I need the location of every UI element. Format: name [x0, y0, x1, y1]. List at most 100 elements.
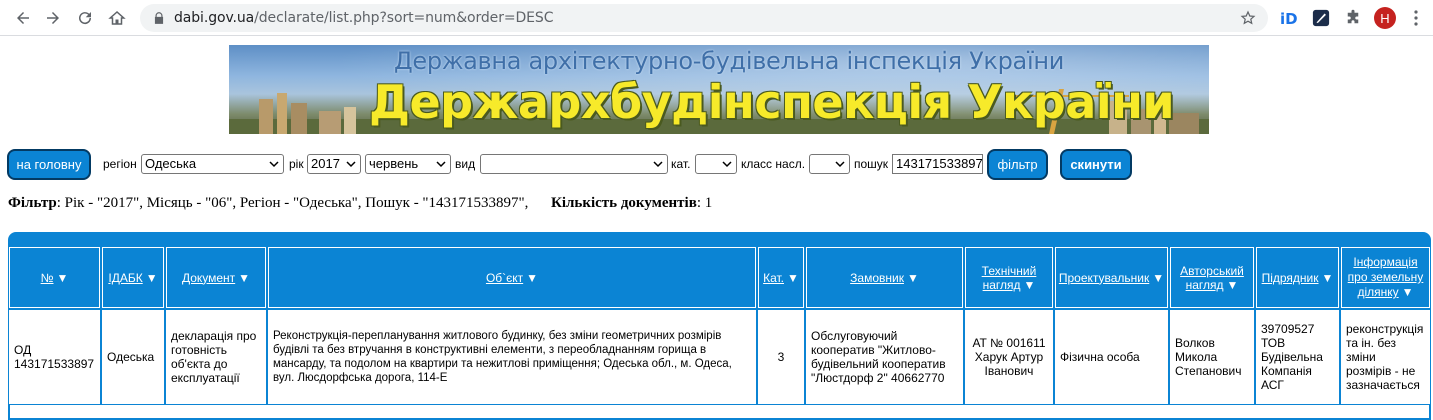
cell-customer-line: кооператив "Житлово-: [811, 343, 936, 357]
address-bar[interactable]: dabi.gov.ua/declarate/list.php?sort=num&…: [140, 4, 1268, 32]
column-header-tech-supervision[interactable]: Технічний нагляд ▼: [965, 247, 1053, 308]
header-banner: Державна архітектурно-будівельна інспекц…: [229, 45, 1209, 134]
banner-title: Держархбудінспекція України: [369, 75, 1175, 129]
column-header-document[interactable]: Документ ▼: [166, 247, 266, 308]
sort-down-icon[interactable]: ▼: [1152, 271, 1164, 285]
cell-author-supervision: Волков Микола Степанович: [1170, 310, 1254, 404]
cell-object-line: мансарду, та подолом на квартири та нежи…: [273, 358, 732, 370]
sort-down-icon[interactable]: ▼: [146, 271, 158, 285]
column-header-contractor[interactable]: Підрядник ▼: [1256, 247, 1339, 308]
chevron-down-icon: [269, 161, 279, 168]
cell-number-value: 143171533897: [14, 357, 95, 371]
sort-author-link-line2[interactable]: нагляд: [1186, 278, 1224, 292]
svg-text:iD: iD: [1280, 10, 1298, 28]
class-select[interactable]: [809, 154, 850, 174]
cell-document-line: готовність: [171, 343, 227, 357]
table-footer: [8, 405, 1431, 420]
reload-icon[interactable]: [74, 7, 96, 29]
sort-number-link[interactable]: №: [41, 271, 54, 285]
lock-icon[interactable]: [152, 11, 166, 25]
reset-button[interactable]: скинути: [1060, 149, 1132, 180]
sort-land-link-line2[interactable]: про земельну: [1348, 270, 1424, 285]
type-select[interactable]: [480, 154, 668, 174]
search-label: пошук: [854, 157, 889, 171]
cell-object: Реконструкція-перепланування житлового б…: [268, 310, 756, 404]
year-select[interactable]: 2017: [307, 154, 361, 174]
sort-document-link[interactable]: Документ: [182, 271, 235, 285]
cell-land-line: зазначається: [1346, 378, 1420, 392]
sort-land-link-line3[interactable]: ділянку: [1357, 285, 1398, 299]
id-extension-icon[interactable]: iD: [1279, 8, 1299, 28]
chevron-down-icon: [722, 161, 732, 168]
cell-customer-line: будівельний кооператив: [811, 357, 946, 371]
sort-customer-link[interactable]: Замовник: [850, 271, 904, 285]
cell-land-info: реконструкція та ін. без зміни розмірів …: [1341, 310, 1430, 404]
column-header-customer[interactable]: Замовник ▼: [806, 247, 963, 308]
cell-tech-line: АТ № 001611: [972, 336, 1046, 350]
sort-contractor-link[interactable]: Підрядник: [1262, 271, 1319, 285]
column-header-designer[interactable]: Проектувальник ▼: [1055, 247, 1168, 308]
sort-down-icon[interactable]: ▼: [1024, 278, 1036, 292]
filter-button[interactable]: фільтр: [987, 149, 1048, 180]
column-header-land-info[interactable]: Інформація про земельну ділянку ▼: [1341, 247, 1430, 308]
region-select[interactable]: Одеська: [141, 154, 284, 174]
column-header-object[interactable]: Об`єкт ▼: [268, 247, 756, 308]
sort-down-icon[interactable]: ▼: [1322, 271, 1334, 285]
year-label: рік: [289, 157, 304, 171]
sort-down-icon[interactable]: ▼: [1402, 285, 1414, 300]
sort-down-icon[interactable]: ▼: [1227, 278, 1239, 292]
bookmark-star-icon[interactable]: [1240, 10, 1256, 26]
sort-tech-link-line1[interactable]: Технічний: [982, 264, 1037, 278]
home-icon[interactable]: [106, 7, 128, 29]
cell-land-line: зміни: [1346, 350, 1376, 364]
back-arrow-icon[interactable]: [12, 7, 34, 29]
sort-designer-link[interactable]: Проектувальник: [1059, 271, 1149, 285]
sort-author-link-line1[interactable]: Авторський: [1180, 264, 1244, 278]
column-header-number[interactable]: № ▼: [9, 247, 100, 308]
browser-toolbar: dabi.gov.ua/declarate/list.php?sort=num&…: [0, 0, 1433, 36]
sort-down-icon[interactable]: ▼: [526, 271, 538, 285]
chevron-down-icon: [436, 161, 446, 168]
cell-customer-line: Обслуговуючий: [811, 329, 898, 343]
cell-contractor-line: 39709527: [1261, 322, 1315, 336]
sort-tech-link-line2[interactable]: нагляд: [983, 278, 1021, 292]
url-text[interactable]: dabi.gov.ua/declarate/list.php?sort=num&…: [174, 10, 553, 26]
cell-idabk: Одеська: [102, 310, 164, 404]
sort-category-link[interactable]: Кат.: [763, 271, 784, 285]
search-input[interactable]: 143171533897: [892, 154, 983, 174]
type-label: вид: [455, 157, 476, 171]
cell-author-line: Волков: [1175, 336, 1215, 350]
url-host: dabi.gov.ua: [174, 10, 255, 26]
sort-idabk-link[interactable]: ІДАБК: [108, 271, 142, 285]
cell-tech-line: Іванович: [984, 364, 1034, 378]
cell-object-line: будівлі та без втручання в конструктивні…: [273, 344, 707, 356]
home-button[interactable]: на головну: [7, 149, 91, 180]
cell-contractor-line: ТОВ: [1261, 336, 1286, 350]
month-select[interactable]: червень: [365, 154, 451, 174]
column-header-author-supervision[interactable]: Авторський нагляд ▼: [1170, 247, 1254, 308]
cell-document: декларація про готовність об'єкта до екс…: [166, 310, 266, 404]
cell-category: 3: [758, 310, 804, 404]
year-value: 2017: [311, 156, 340, 171]
sort-down-icon[interactable]: ▼: [238, 271, 250, 285]
document-count-label: Кількість документів: [550, 195, 697, 211]
sort-down-icon[interactable]: ▼: [787, 271, 799, 285]
sort-down-icon[interactable]: ▼: [907, 271, 919, 285]
category-select[interactable]: [695, 154, 737, 174]
cell-number-prefix: ОД: [14, 343, 32, 357]
sort-down-icon[interactable]: ▼: [56, 271, 68, 285]
forward-arrow-icon[interactable]: [42, 7, 64, 29]
sort-object-link[interactable]: Об`єкт: [486, 271, 523, 285]
cell-document-line: об'єкта до: [171, 357, 228, 371]
cell-object-line: вул. Люсдорфська дорога, 114-Е: [273, 372, 448, 384]
cell-contractor: 39709527 ТОВ Будівельна Компанія АСГ: [1256, 310, 1339, 404]
banner-subtitle: Державна архітектурно-будівельна інспекц…: [393, 47, 1065, 75]
puzzle-extensions-icon[interactable]: [1343, 8, 1363, 28]
column-header-category[interactable]: Кат. ▼: [758, 247, 804, 308]
profile-avatar[interactable]: H: [1374, 7, 1396, 29]
pen-extension-icon[interactable]: [1311, 8, 1331, 28]
column-header-idabk[interactable]: ІДАБК ▼: [102, 247, 164, 308]
more-menu-icon[interactable]: [1412, 9, 1420, 27]
sort-land-link-line1[interactable]: Інформація: [1353, 255, 1417, 270]
cell-document-line: декларація про: [171, 329, 257, 343]
